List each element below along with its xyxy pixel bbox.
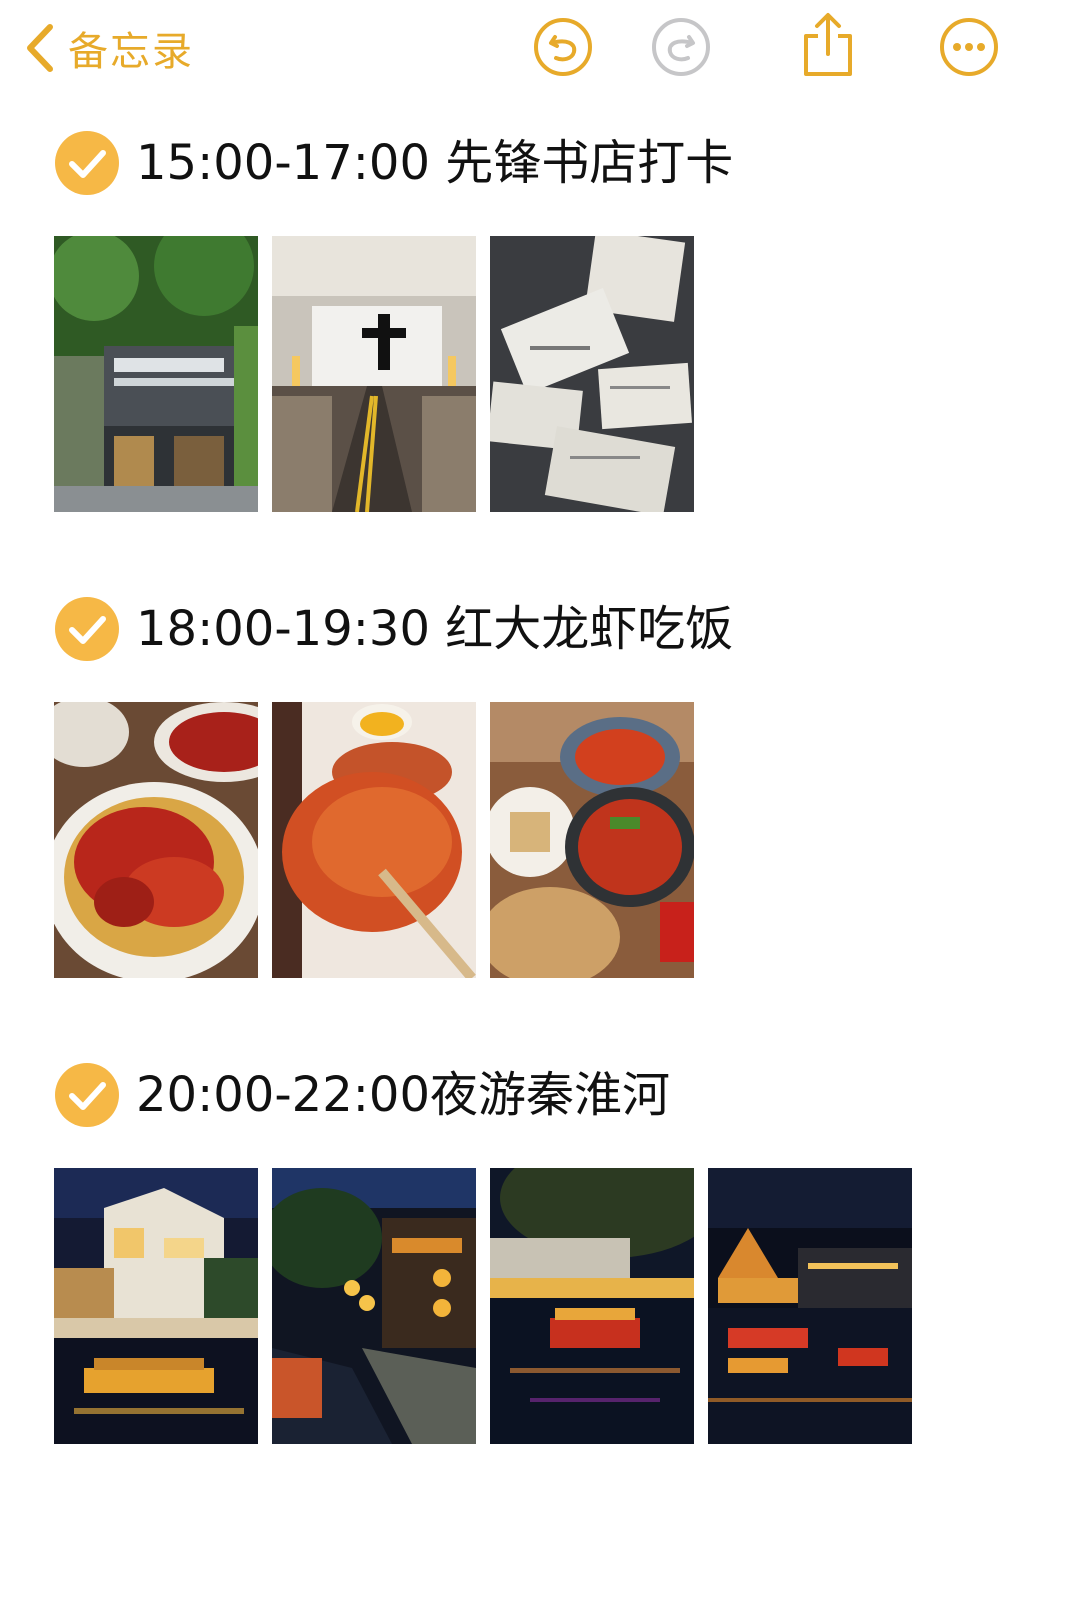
item-title: 18:00-19:30 红大龙虾吃饭 bbox=[136, 601, 734, 657]
undo-button[interactable] bbox=[532, 16, 594, 78]
back-button[interactable]: 备忘录 bbox=[22, 18, 194, 78]
item-title: 20:00-22:00夜游秦淮河 bbox=[136, 1067, 670, 1123]
photo-thumbnail[interactable] bbox=[54, 236, 258, 512]
checkmark-circle-icon[interactable] bbox=[54, 130, 120, 196]
back-label: 备忘录 bbox=[68, 29, 194, 75]
more-button[interactable] bbox=[938, 16, 1000, 78]
share-button[interactable] bbox=[798, 10, 858, 80]
photo-row bbox=[54, 1168, 912, 1444]
redo-button[interactable] bbox=[650, 16, 712, 78]
redo-icon bbox=[652, 18, 710, 76]
toolbar: 备忘录 bbox=[0, 0, 1080, 100]
photo-thumbnail[interactable] bbox=[54, 702, 258, 978]
undo-icon bbox=[534, 18, 592, 76]
photo-thumbnail[interactable] bbox=[272, 1168, 476, 1444]
photo-thumbnail[interactable] bbox=[490, 702, 694, 978]
photo-thumbnail[interactable] bbox=[490, 236, 694, 512]
checkmark-circle-icon[interactable] bbox=[54, 596, 120, 662]
ellipsis-icon bbox=[940, 18, 998, 76]
photo-thumbnail[interactable] bbox=[272, 236, 476, 512]
photo-thumbnail[interactable] bbox=[272, 702, 476, 978]
checkmark-circle-icon[interactable] bbox=[54, 1062, 120, 1128]
photo-row bbox=[54, 236, 694, 512]
photo-thumbnail[interactable] bbox=[54, 1168, 258, 1444]
chevron-left-icon bbox=[27, 24, 53, 72]
photo-thumbnail[interactable] bbox=[490, 1168, 694, 1444]
photo-row bbox=[54, 702, 694, 978]
item-title: 15:00-17:00 先锋书店打卡 bbox=[136, 135, 734, 191]
photo-thumbnail[interactable] bbox=[708, 1168, 912, 1444]
share-icon bbox=[804, 13, 852, 76]
